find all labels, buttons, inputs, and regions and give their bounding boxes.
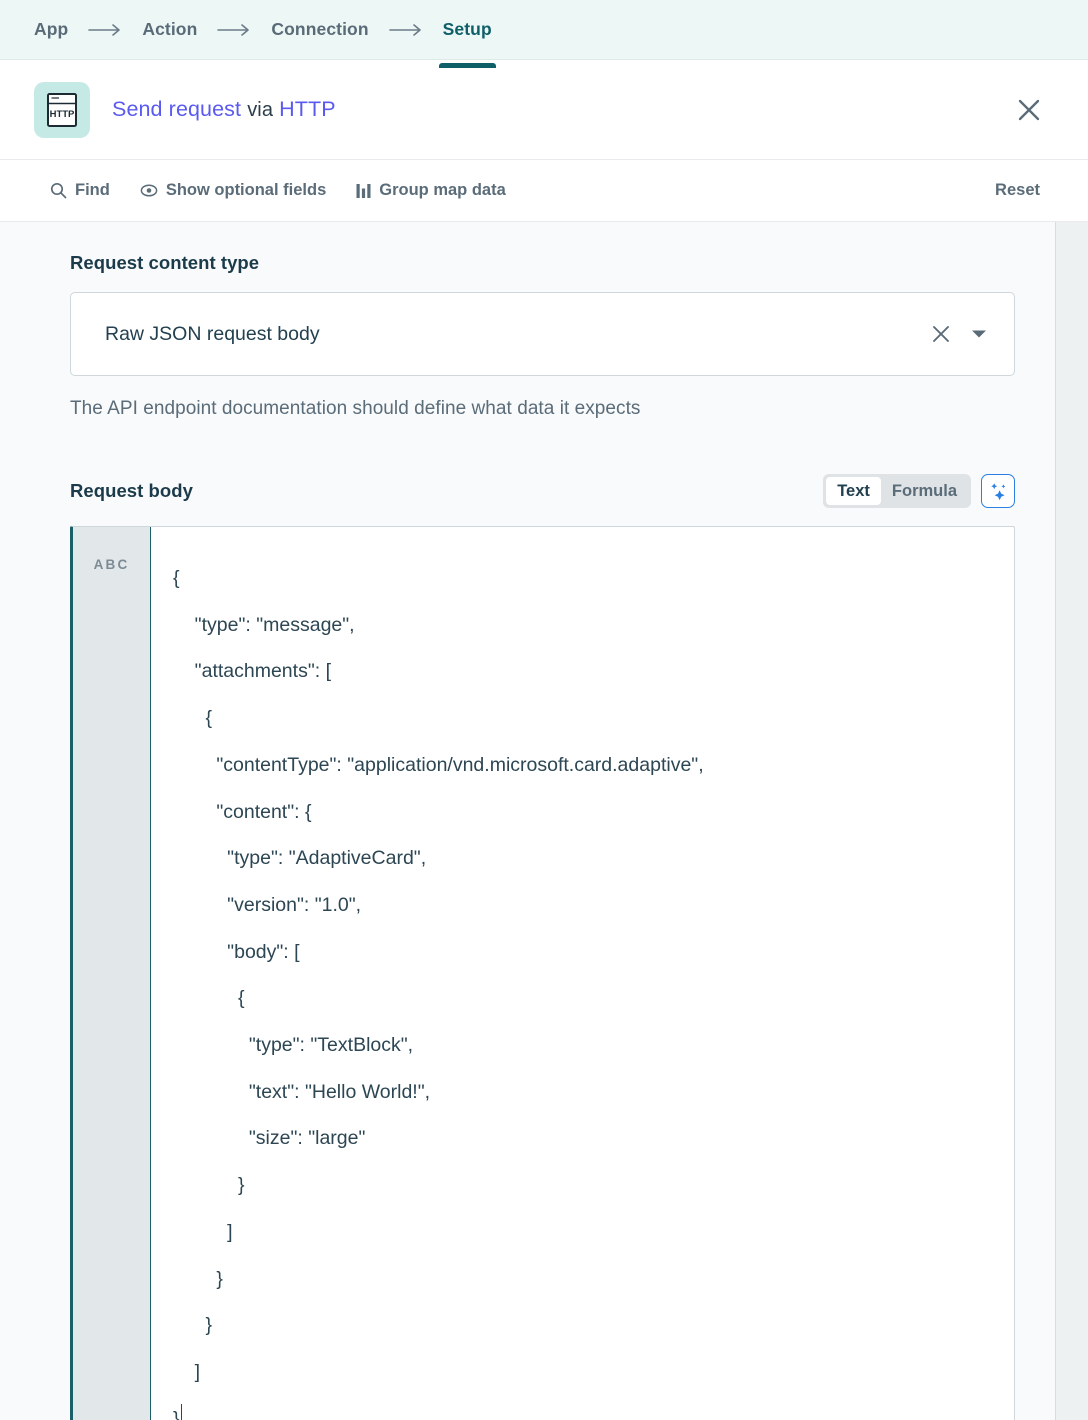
svg-text:HTTP: HTTP — [50, 109, 75, 120]
code-line: } — [173, 1256, 1014, 1303]
toggle-option-formula[interactable]: Formula — [881, 477, 968, 505]
code-line: "type": "AdaptiveCard", — [173, 835, 1014, 882]
editor-type-label: ABC — [73, 557, 150, 572]
code-line: "contentType": "application/vnd.microsof… — [173, 742, 1014, 789]
show-optional-fields-button[interactable]: Show optional fields — [140, 181, 326, 200]
request-content-type-helper: The API endpoint documentation should de… — [70, 398, 1021, 420]
setup-toolbar: Find Show optional fields Group map data… — [0, 160, 1088, 222]
arrow-right-icon — [217, 23, 251, 37]
group-map-data-button[interactable]: Group map data — [356, 181, 506, 200]
eye-icon — [140, 183, 158, 198]
code-line: } — [173, 1162, 1014, 1209]
step-tab-setup[interactable]: Setup — [443, 5, 492, 54]
code-line: ] — [173, 1209, 1014, 1256]
code-line: "version": "1.0", — [173, 882, 1014, 929]
step-tab-connection-label: Connection — [271, 19, 368, 39]
ai-assist-button[interactable] — [981, 474, 1015, 508]
vertical-scrollbar[interactable] — [1056, 222, 1088, 1420]
step-tab-app-label: App — [34, 19, 68, 39]
request-body-label: Request body — [70, 480, 193, 502]
step-tab-app[interactable]: App — [34, 5, 68, 54]
step-tab-action-label: Action — [142, 19, 197, 39]
code-line: } — [173, 1302, 1014, 1349]
code-line: "content": { — [173, 789, 1014, 836]
action-name-label: Send request — [112, 97, 241, 121]
step-breadcrumb-tabs: App Action Connection Setup — [0, 0, 1088, 60]
page-title: Send request via HTTP — [112, 97, 336, 122]
find-button[interactable]: Find — [50, 181, 110, 200]
editor-type-gutter: ABC — [73, 527, 151, 1420]
search-icon — [50, 182, 67, 199]
text-formula-toggle: Text Formula — [823, 474, 971, 508]
request-content-type-label: Request content type — [70, 252, 1021, 274]
request-content-type-value: Raw JSON request body — [105, 323, 924, 346]
code-line: "body": [ — [173, 929, 1014, 976]
clear-selection-icon[interactable] — [924, 317, 958, 351]
app-name-label: HTTP — [279, 97, 336, 121]
setup-form: Request content type Raw JSON request bo… — [0, 222, 1056, 1420]
close-icon[interactable] — [1012, 93, 1046, 127]
code-line: { — [173, 975, 1014, 1022]
request-body-code-editor[interactable]: ABC { "type": "message", "attachments": … — [70, 526, 1015, 1420]
group-map-data-label: Group map data — [379, 181, 506, 200]
toggle-option-text[interactable]: Text — [826, 477, 881, 505]
reset-label: Reset — [995, 181, 1040, 199]
sparkles-icon — [988, 481, 1008, 501]
http-app-icon: HTTP — [34, 82, 90, 138]
code-line: "attachments": [ — [173, 648, 1014, 695]
code-line: "size": "large" — [173, 1115, 1014, 1162]
code-line: "type": "message", — [173, 602, 1014, 649]
step-tab-setup-label: Setup — [443, 19, 492, 39]
arrow-right-icon — [88, 23, 122, 37]
request-body-header: Request body Text Formula — [70, 474, 1015, 508]
code-line: "type": "TextBlock", — [173, 1022, 1014, 1069]
text-caret — [181, 1404, 183, 1420]
step-tab-action[interactable]: Action — [142, 5, 197, 54]
reset-button[interactable]: Reset — [995, 181, 1040, 200]
code-line: } — [173, 1396, 1014, 1420]
setup-body: Request content type Raw JSON request bo… — [0, 222, 1088, 1420]
arrow-right-icon — [389, 23, 423, 37]
bar-chart-icon — [356, 183, 371, 199]
code-line: { — [173, 695, 1014, 742]
code-line: ] — [173, 1349, 1014, 1396]
action-header: HTTP Send request via HTTP — [0, 60, 1088, 160]
code-line: { — [173, 555, 1014, 602]
find-label: Find — [75, 181, 110, 200]
step-tab-connection[interactable]: Connection — [271, 5, 368, 54]
via-label: via — [247, 99, 273, 121]
request-body-code-content[interactable]: { "type": "message", "attachments": [ { … — [151, 527, 1014, 1420]
code-line: "text": "Hello World!", — [173, 1069, 1014, 1116]
chevron-down-icon[interactable] — [962, 317, 996, 351]
show-optional-fields-label: Show optional fields — [166, 181, 326, 200]
request-content-type-select[interactable]: Raw JSON request body — [70, 292, 1015, 376]
